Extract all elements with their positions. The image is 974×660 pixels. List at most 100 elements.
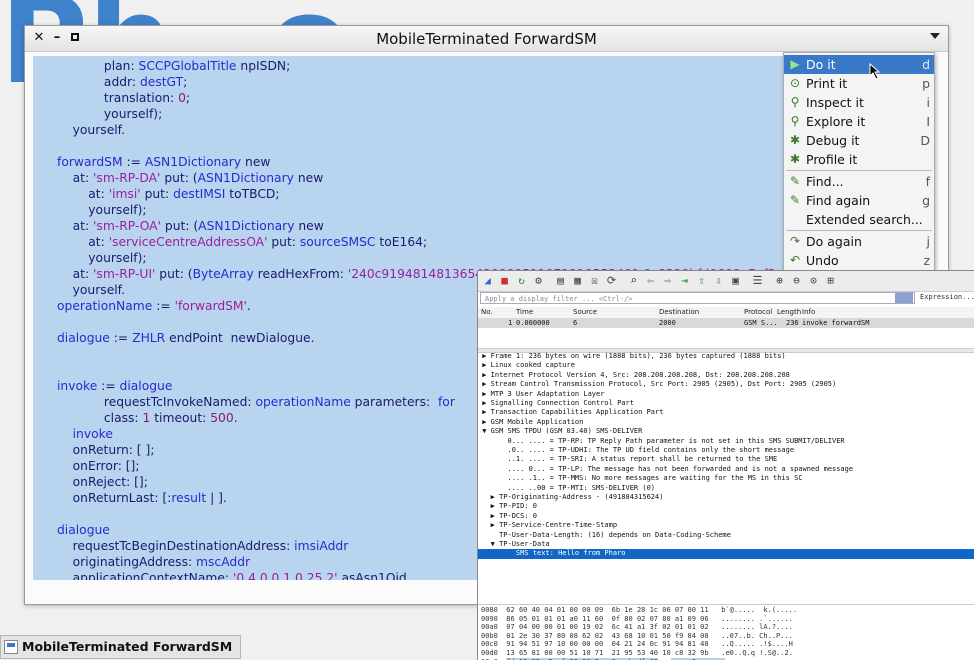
window-titlebar[interactable]: ✕ – MobileTerminated ForwardSM [25,26,948,52]
code-token: at: [57,267,94,281]
hex-offset: 00d0 [481,649,507,657]
tree-row[interactable]: ▶ Transaction Capabilities Application P… [478,408,974,417]
col-info[interactable]: Info [802,307,815,318]
reload-icon[interactable]: ⟳ [605,274,618,287]
stop-capture-icon[interactable]: ■ [498,274,511,287]
hex-ascii[interactable]: ........ lA.?.... [721,623,793,631]
tree-row[interactable]: ▶ Internet Protocol Version 4, Src: 208.… [478,371,974,380]
close-file-icon[interactable]: ☒ [588,274,601,287]
shark-fin-start-icon[interactable]: ◢ [481,274,494,287]
tree-row[interactable]: .... ..00 = TP-MTI: SMS-DELIVER (0) [478,484,974,493]
hex-bytes[interactable]: 86 05 01 01 01 a0 11 60 0f 80 02 07 80 a… [506,615,708,623]
save-file-icon[interactable]: ▦ [571,274,584,287]
window-menu-icon[interactable] [930,33,940,39]
go-forward-icon[interactable]: ⇨ [661,274,674,287]
menu-item-find-again[interactable]: ✎ Find again g [784,191,934,210]
col-destination[interactable]: Destination [659,307,699,318]
col-time[interactable]: Time [516,307,533,318]
tree-row[interactable]: .... 0... = TP-LP: The message has not b… [478,465,974,474]
menu-item-label: Print it [806,76,848,91]
go-last-icon[interactable]: ⇩ [712,274,725,287]
resize-columns-icon[interactable]: ⊞ [824,274,837,287]
menu-item-shortcut: d [922,57,930,72]
autoscroll-icon[interactable]: ▣ [729,274,742,287]
hex-bytes[interactable]: 13 65 81 00 00 51 10 71 21 95 53 40 10 c… [506,649,708,657]
tree-row[interactable]: SMS text: Hello from Pharo [478,549,974,559]
tree-row[interactable]: ▼ TP-User-Data [478,540,974,549]
hex-row: 00d0 13 65 81 00 00 51 10 71 21 95 53 40… [481,649,793,658]
hex-ascii[interactable]: ........ .`...... [721,615,793,623]
tree-row[interactable]: ▶ TP-Originating-Address - (491884315624… [478,493,974,502]
tree-row[interactable]: ▶ GSM Mobile Application [478,418,974,427]
menu-item-shortcut: i [926,95,930,110]
hex-ascii[interactable]: .e0..Q.q !.S@..2. [721,649,793,657]
code-token: parameters: [350,395,438,409]
hex-bytes[interactable]: 91 94 51 97 10 00 00 00 04 21 24 0c 91 9… [506,640,708,648]
zoom-normal-icon[interactable]: ⊙ [807,274,820,287]
expression-button[interactable]: Expression... [920,293,974,301]
filter-apply-icon[interactable] [895,293,913,303]
tree-row[interactable]: 0... .... = TP-RP: TP Reply Path paramet… [478,437,974,446]
find-packet-icon[interactable]: ⌕ [627,274,640,287]
menu-item-inspect-it[interactable]: ⚲ Inspect it i [784,93,934,112]
hex-ascii[interactable]: b`@..... k.(..... [721,606,797,614]
packet-row[interactable]: 1 0.000000 6 2000 GSM S... 236 invoke fo… [478,318,974,328]
col-source[interactable]: Source [573,307,597,318]
tree-row[interactable]: TP-User-Data-Length: (16) depends on Dat… [478,531,974,540]
hex-gap [709,623,722,631]
menu-item-profile-it[interactable]: ✱ Profile it [784,150,934,169]
cell-info: invoke forwardSM [802,319,870,327]
col-no[interactable]: No. [481,307,493,318]
menu-item-undo[interactable]: ↶ Undo z [784,251,934,270]
col-protocol[interactable]: Protocol [744,307,772,318]
tree-row[interactable]: .... .1.. = TP-MMS: No more messages are… [478,474,974,483]
code-line: forwardSM := ASN1Dictionary new [57,154,776,170]
menu-item-shortcut: z [923,253,930,268]
colorize-icon[interactable]: ☰ [751,274,764,287]
code-token: new [293,171,324,185]
menu-item-print-it[interactable]: ⊙ Print it p [784,74,934,93]
zoom-in-icon[interactable]: ⊕ [773,274,786,287]
find-again-icon: ✎ [789,193,801,207]
hex-offset: 00c0 [481,640,507,649]
menu-item-do-it[interactable]: ▶ Do it d [784,55,934,74]
menu-item-do-again[interactable]: ↷ Do again j [784,232,934,251]
tree-row[interactable]: ▶ Frame 1: 236 bytes on wire (1888 bits)… [478,352,974,361]
code-token: '0.4.0.0.1.0.25.2' [232,571,338,580]
hex-ascii[interactable]: ..Q..... .!$....H [721,640,793,648]
tree-row[interactable]: ▶ TP-Service-Centre-Time-Stamp [478,521,974,530]
go-to-packet-icon[interactable]: ⇥ [678,274,691,287]
tree-row[interactable]: ▶ Stream Control Transmission Protocol, … [478,380,974,389]
wireshark-window: ◢ ■ ↻ ⚙ ▤ ▦ ☒ ⟳ ⌕ ⇦ ⇨ ⇥ ⇧ ⇩ ▣ ☰ ⊕ ⊖ ⊙ ⊞ … [477,270,974,660]
tree-row[interactable]: ..1. .... = TP-SRI: A status report shal… [478,455,974,464]
taskbar-window-button[interactable]: MobileTerminated ForwardSM [0,635,241,659]
zoom-out-icon[interactable]: ⊖ [790,274,803,287]
go-first-icon[interactable]: ⇧ [695,274,708,287]
hex-bytes[interactable]: 62 60 40 04 01 00 00 09 6b 1e 28 1c 06 0… [506,606,708,614]
open-file-icon[interactable]: ▤ [554,274,567,287]
display-filter-input[interactable]: Apply a display filter ... <Ctrl-/> [480,292,915,304]
col-length[interactable]: Length [777,307,801,318]
tree-row[interactable]: ▶ Linux cooked capture [478,361,974,370]
menu-item-extended-search[interactable]: Extended search... [784,210,934,229]
menu-item-shortcut: I [926,114,930,129]
hex-bytes[interactable]: 01 2e 30 37 80 08 62 02 43 68 10 01 50 f… [506,632,708,640]
hex-bytes[interactable]: 07 04 00 00 01 00 19 02 6c 41 a1 3f 02 0… [506,623,708,631]
go-back-icon[interactable]: ⇦ [644,274,657,287]
hex-ascii[interactable]: ..07..b. Ch..P... [721,632,793,640]
window-title: MobileTerminated ForwardSM [376,30,597,48]
tree-row[interactable]: ▶ MTP 3 User Adaptation Layer [478,390,974,399]
tree-row[interactable]: ▼ GSM SMS TPDU (GSM 03.40) SMS-DELIVER [478,427,974,436]
restart-capture-icon[interactable]: ↻ [515,274,528,287]
tree-row[interactable]: .0.. .... = TP-UDHI: The TP UD field con… [478,446,974,455]
menu-item-find[interactable]: ✎ Find... f [784,172,934,191]
tree-row[interactable]: ▶ Signalling Connection Control Part [478,399,974,408]
code-token: yourself); [57,251,147,265]
code-token: npISDN; [236,59,291,73]
tree-row[interactable]: ▶ TP-DCS: 0 [478,512,974,521]
menu-item-explore-it[interactable]: ⚲ Explore it I [784,112,934,131]
code-token: invoke [57,427,113,441]
menu-item-debug-it[interactable]: ✱ Debug it D [784,131,934,150]
capture-options-icon[interactable]: ⚙ [532,274,545,287]
tree-row[interactable]: ▶ TP-PID: 0 [478,502,974,511]
